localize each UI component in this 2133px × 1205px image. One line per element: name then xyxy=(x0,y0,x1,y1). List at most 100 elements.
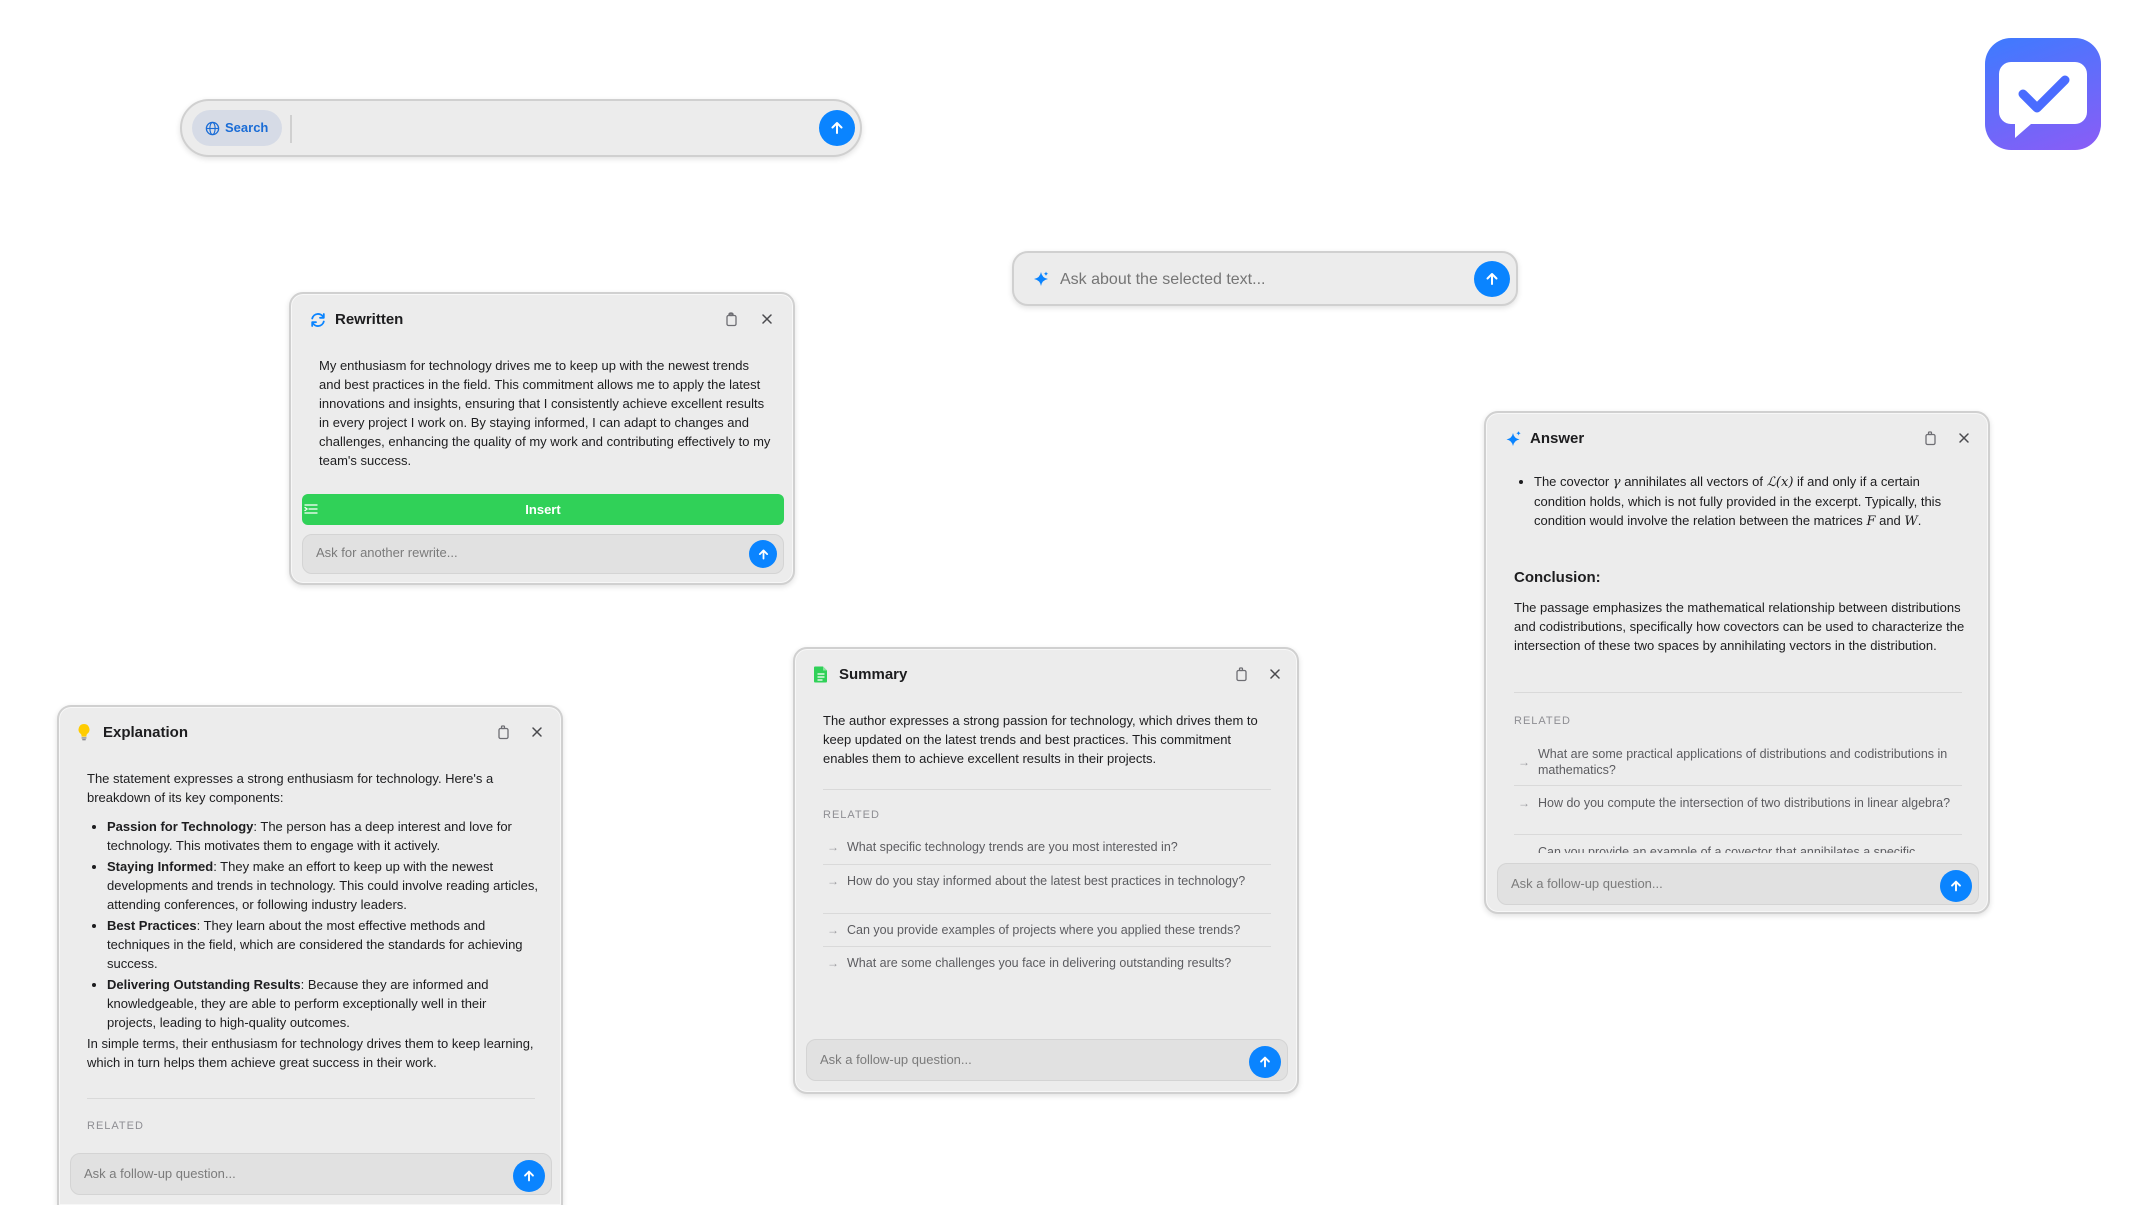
related-label: RELATED xyxy=(823,809,880,821)
copy-icon[interactable] xyxy=(495,724,513,742)
explanation-outro: In simple terms, their enthusiasm for te… xyxy=(87,1036,534,1070)
related-question-text: Can you provide an example of a covector… xyxy=(1538,845,1916,853)
rewrite-input[interactable]: Ask for another rewrite... xyxy=(302,534,784,574)
followup-input[interactable]: Ask a follow-up question... xyxy=(806,1039,1288,1081)
related-label: RELATED xyxy=(1514,715,1571,727)
related-question[interactable]: → What specific technology trends are yo… xyxy=(823,839,1267,855)
explanation-body: The statement expresses a strong enthusi… xyxy=(87,769,539,1072)
answer-text: . xyxy=(1917,513,1922,528)
panel-title: Answer xyxy=(1530,430,1585,447)
arrow-right-icon: → xyxy=(1518,796,1530,810)
followup-send-button[interactable] xyxy=(1940,870,1972,902)
math-symbol: F xyxy=(1866,514,1876,529)
answer-bullet: The covector γ annihilates all vectors o… xyxy=(1514,472,1966,533)
close-icon[interactable] xyxy=(1267,666,1285,684)
insert-label: Insert xyxy=(525,502,561,517)
followup-input[interactable]: Ask a follow-up question... xyxy=(1497,863,1979,905)
divider xyxy=(823,913,1271,914)
answer-text: annihilates all vectors of xyxy=(1624,474,1763,489)
refresh-icon xyxy=(309,311,327,329)
panel-title: Summary xyxy=(839,666,908,683)
app-logo-icon xyxy=(1985,38,2101,150)
arrow-up-icon xyxy=(758,549,768,559)
related-question-text: What specific technology trends are you … xyxy=(847,840,1178,854)
divider xyxy=(823,789,1271,790)
answer-text: and xyxy=(1879,513,1901,528)
sparkle-icon xyxy=(1032,270,1050,293)
rewrite-send-button[interactable] xyxy=(749,540,777,568)
arrow-up-icon xyxy=(831,122,843,134)
followup-input-placeholder: Ask a follow-up question... xyxy=(1511,876,1663,891)
answer-text: The covector xyxy=(1534,474,1610,489)
ask-selected-send-button[interactable] xyxy=(1474,261,1510,297)
arrow-right-icon: → xyxy=(827,840,839,854)
explanation-item: Passion for Technology: The person has a… xyxy=(107,817,539,855)
related-question[interactable]: → Can you provide examples of projects w… xyxy=(823,922,1267,938)
math-symbol: γ xyxy=(1612,475,1621,490)
copy-icon[interactable] xyxy=(1233,666,1251,684)
sparkle-icon xyxy=(1504,430,1522,448)
arrow-right-icon: → xyxy=(1518,755,1530,769)
related-question[interactable]: → What are some challenges you face in d… xyxy=(823,955,1267,971)
related-question[interactable]: Can you provide an example of a covector… xyxy=(1514,844,1958,853)
conclusion-text: The passage emphasizes the mathematical … xyxy=(1514,600,1965,653)
explanation-term: Passion for Technology xyxy=(107,819,254,834)
divider xyxy=(823,864,1271,865)
divider xyxy=(1514,785,1962,786)
divider xyxy=(823,946,1271,947)
explanation-term: Best Practices xyxy=(107,918,197,933)
related-question[interactable]: → How do you compute the intersection of… xyxy=(1514,795,1958,811)
close-icon[interactable] xyxy=(529,724,547,742)
related-question-text: How do you compute the intersection of t… xyxy=(1538,796,1951,810)
explanation-item: Best Practices: They learn about the mos… xyxy=(107,916,539,973)
search-bar: Search xyxy=(180,99,862,157)
explanation-term: Delivering Outstanding Results xyxy=(107,977,301,992)
rewritten-paragraph: My enthusiasm for technology drives me t… xyxy=(319,358,771,468)
arrow-right-icon: → xyxy=(827,923,839,937)
math-symbol: ℒ(x) xyxy=(1766,475,1794,490)
rewritten-panel: Rewritten My enthusiasm for technology d… xyxy=(289,292,795,585)
copy-icon[interactable] xyxy=(723,311,741,329)
divider xyxy=(1514,692,1962,693)
summary-text: The author expresses a strong passion fo… xyxy=(823,713,1258,766)
summary-panel: Summary The author expresses a strong pa… xyxy=(793,647,1299,1094)
explanation-panel: Explanation The statement expresses a st… xyxy=(57,705,563,1205)
panel-title: Rewritten xyxy=(335,311,404,328)
insert-lines-icon xyxy=(304,503,318,518)
related-label: RELATED xyxy=(87,1120,144,1132)
divider xyxy=(1514,834,1962,835)
ask-selected-input[interactable] xyxy=(1058,266,1462,294)
copy-icon[interactable] xyxy=(1922,430,1940,448)
math-symbol: W xyxy=(1904,514,1918,529)
insert-button[interactable]: Insert xyxy=(302,494,784,525)
arrow-up-icon xyxy=(1260,1056,1270,1068)
arrow-up-icon xyxy=(1486,273,1498,285)
followup-input-placeholder: Ask a follow-up question... xyxy=(820,1052,972,1067)
panel-title: Explanation xyxy=(103,724,189,741)
explanation-term: Staying Informed xyxy=(107,859,214,874)
followup-send-button[interactable] xyxy=(1249,1046,1281,1078)
arrow-right-icon: → xyxy=(827,874,839,888)
close-icon[interactable] xyxy=(1956,430,1974,448)
followup-input[interactable]: Ask a follow-up question... xyxy=(70,1153,552,1195)
rewrite-input-placeholder: Ask for another rewrite... xyxy=(316,545,458,560)
close-icon[interactable] xyxy=(759,311,777,329)
search-input[interactable] xyxy=(298,115,758,143)
arrow-up-icon xyxy=(1951,880,1961,892)
related-question-text: Can you provide examples of projects whe… xyxy=(847,923,1241,937)
rewritten-text: My enthusiasm for technology drives me t… xyxy=(319,356,771,470)
followup-send-button[interactable] xyxy=(513,1160,545,1192)
search-input-caret xyxy=(290,115,292,143)
lightbulb-icon xyxy=(77,723,95,741)
search-chip-label: Search xyxy=(225,120,269,135)
answer-bullet-item: The covector γ annihilates all vectors o… xyxy=(1534,472,1966,531)
related-question[interactable]: → How do you stay informed about the lat… xyxy=(823,873,1267,889)
document-icon xyxy=(813,665,831,683)
ask-selected-bar xyxy=(1012,251,1518,306)
explanation-item: Delivering Outstanding Results: Because … xyxy=(107,975,539,1032)
related-question[interactable]: → What are some practical applications o… xyxy=(1514,746,1958,778)
search-chip[interactable]: Search xyxy=(192,110,282,146)
arrow-right-icon: → xyxy=(827,956,839,970)
related-question-text: What are some challenges you face in del… xyxy=(847,956,1232,970)
search-send-button[interactable] xyxy=(819,110,855,146)
